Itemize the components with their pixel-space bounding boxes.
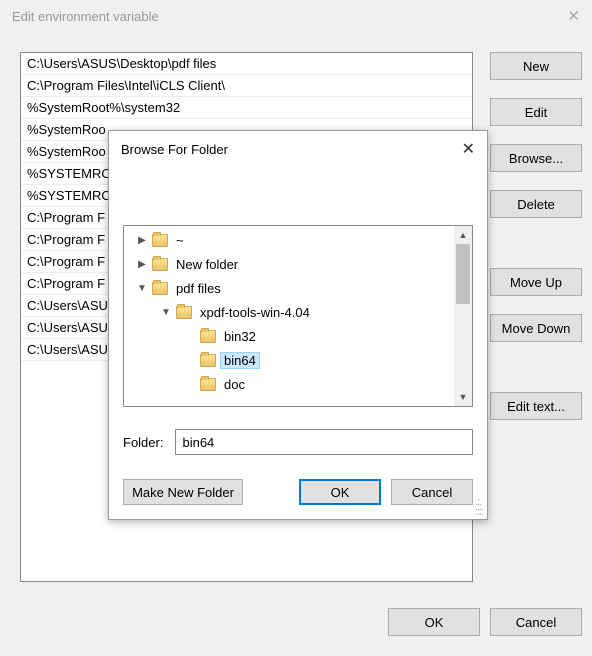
dialog-title-bar: Browse For Folder ✕ bbox=[109, 131, 487, 167]
edit-button[interactable]: Edit bbox=[490, 98, 582, 126]
dialog-title: Browse For Folder bbox=[121, 142, 228, 157]
tree-item[interactable]: ▶ New folder bbox=[124, 252, 454, 276]
folder-tree[interactable]: ▶~▶New folder▼pdf files▼xpdf-tools-win-4… bbox=[123, 225, 473, 407]
list-item[interactable]: C:\Users\ASUS\Desktop\pdf files bbox=[21, 53, 472, 75]
bottom-button-group: OK Cancel bbox=[388, 608, 582, 636]
chevron-right-icon[interactable]: ▶ bbox=[136, 259, 148, 270]
tree-item-label: bin64 bbox=[220, 352, 260, 369]
folder-icon bbox=[200, 378, 216, 391]
browse-for-folder-dialog: Browse For Folder ✕ ▶~▶New folder▼pdf fi… bbox=[108, 130, 488, 520]
folder-input[interactable] bbox=[175, 429, 473, 455]
folder-field-row: Folder: bbox=[123, 429, 473, 455]
dialog-button-row: Make New Folder OK Cancel bbox=[123, 479, 473, 505]
folder-icon bbox=[200, 354, 216, 367]
dialog-close-icon[interactable]: ✕ bbox=[462, 139, 475, 159]
cancel-button[interactable]: Cancel bbox=[490, 608, 582, 636]
tree-item-label: doc bbox=[220, 377, 249, 392]
resize-grip-icon[interactable]: .:.::.::: bbox=[475, 500, 483, 515]
make-new-folder-button[interactable]: Make New Folder bbox=[123, 479, 243, 505]
scroll-thumb[interactable] bbox=[456, 244, 470, 304]
chevron-down-icon[interactable]: ▼ bbox=[136, 283, 148, 294]
tree-item[interactable]: ▶~ bbox=[124, 228, 454, 252]
list-item[interactable]: %SystemRoot%\system32 bbox=[21, 97, 472, 119]
move-down-button[interactable]: Move Down bbox=[490, 314, 582, 342]
tree-item-label: xpdf-tools-win-4.04 bbox=[196, 305, 314, 320]
side-button-group: New Edit Browse... Delete Move Up Move D… bbox=[490, 52, 582, 438]
edit-text-button[interactable]: Edit text... bbox=[490, 392, 582, 420]
window-title: Edit environment variable bbox=[12, 9, 159, 24]
dialog-cancel-button[interactable]: Cancel bbox=[391, 479, 473, 505]
scroll-up-icon[interactable]: ▲ bbox=[454, 226, 472, 244]
tree-item-label: pdf files bbox=[172, 281, 225, 296]
tree-item[interactable]: bin64 bbox=[124, 348, 454, 372]
tree-item-label: New folder bbox=[172, 257, 242, 272]
tree-item[interactable]: doc bbox=[124, 372, 454, 396]
folder-icon bbox=[176, 306, 192, 319]
ok-button[interactable]: OK bbox=[388, 608, 480, 636]
folder-icon bbox=[200, 330, 216, 343]
tree-item[interactable]: ▼ pdf files bbox=[124, 276, 454, 300]
title-bar: Edit environment variable ✕ bbox=[0, 0, 592, 32]
tree-item-label: bin32 bbox=[220, 329, 260, 344]
list-item[interactable]: C:\Program Files\Intel\iCLS Client\ bbox=[21, 75, 472, 97]
close-icon[interactable]: ✕ bbox=[567, 7, 580, 25]
folder-label: Folder: bbox=[123, 435, 163, 450]
browse-button[interactable]: Browse... bbox=[490, 144, 582, 172]
tree-item-label: ~ bbox=[172, 233, 188, 248]
chevron-down-icon[interactable]: ▼ bbox=[160, 307, 172, 318]
scroll-down-icon[interactable]: ▼ bbox=[454, 388, 472, 406]
tree-item[interactable]: ▼ xpdf-tools-win-4.04 bbox=[124, 300, 454, 324]
move-up-button[interactable]: Move Up bbox=[490, 268, 582, 296]
chevron-right-icon[interactable]: ▶ bbox=[136, 235, 148, 246]
new-button[interactable]: New bbox=[490, 52, 582, 80]
folder-icon bbox=[152, 282, 168, 295]
scrollbar[interactable]: ▲ ▼ bbox=[454, 226, 472, 406]
dialog-ok-button[interactable]: OK bbox=[299, 479, 381, 505]
folder-icon bbox=[152, 258, 168, 271]
tree-item[interactable]: bin32 bbox=[124, 324, 454, 348]
folder-icon bbox=[152, 234, 168, 247]
delete-button[interactable]: Delete bbox=[490, 190, 582, 218]
